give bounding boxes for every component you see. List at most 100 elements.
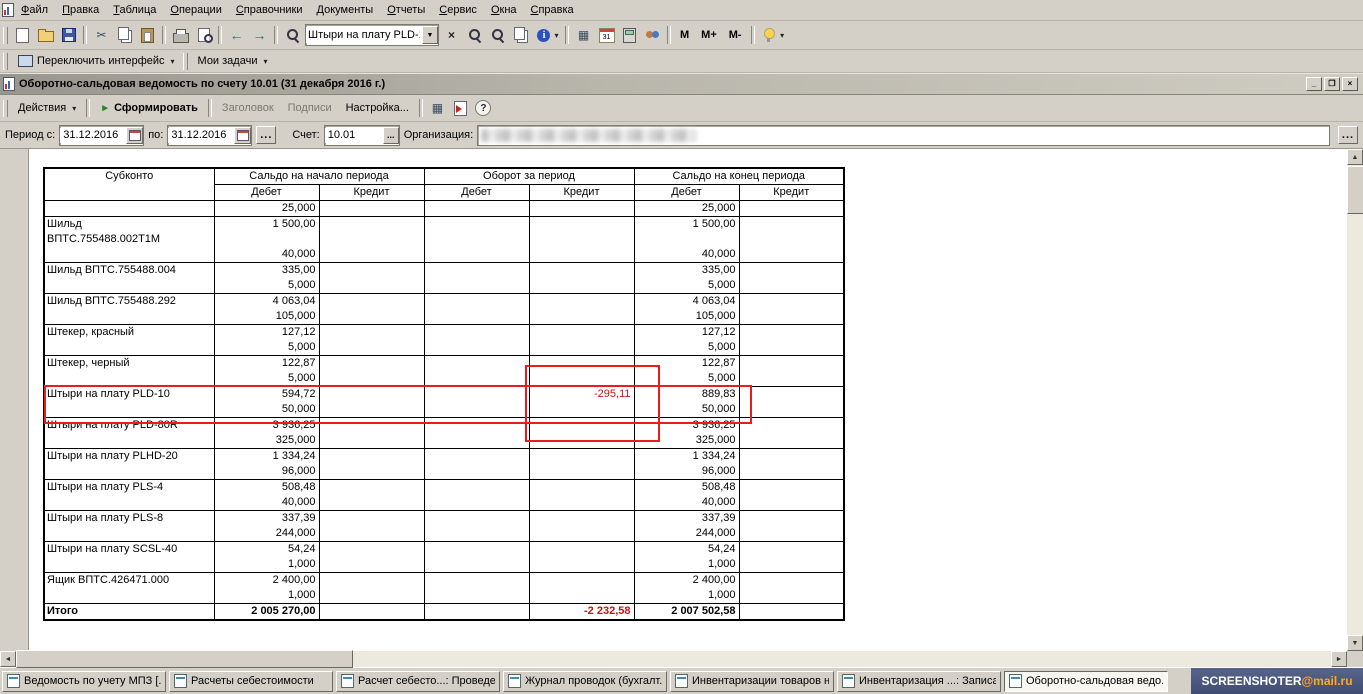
vertical-scroll-thumb[interactable] xyxy=(1347,166,1363,214)
cell-ed[interactable]: 508,4840,000 xyxy=(634,480,739,511)
toolbar-grip[interactable] xyxy=(3,53,8,70)
cell-ed[interactable]: 2 400,001,000 xyxy=(634,573,739,604)
restore-button[interactable]: ❐ xyxy=(1324,77,1340,91)
menu-item-1[interactable]: Файл xyxy=(14,2,55,18)
actions-button[interactable]: Действия ▾ xyxy=(11,99,83,117)
menu-item-9[interactable]: Окна xyxy=(484,2,524,18)
cell-ec[interactable] xyxy=(739,480,844,511)
cell-tc[interactable] xyxy=(529,356,634,387)
cell-tc[interactable] xyxy=(529,325,634,356)
cell-tc[interactable] xyxy=(529,294,634,325)
cell-bd[interactable]: 337,39244,000 xyxy=(214,511,319,542)
cell-bc[interactable] xyxy=(319,511,424,542)
header-credit[interactable]: Кредит xyxy=(739,185,844,201)
header-begin-balance[interactable]: Сальдо на начало периода xyxy=(214,168,424,185)
cell-ed[interactable]: 127,125,000 xyxy=(634,325,739,356)
subconto-cell[interactable]: Штекер, красный xyxy=(44,325,214,356)
minimize-button[interactable]: _ xyxy=(1306,77,1322,91)
cell-td[interactable] xyxy=(424,201,529,217)
cell-ec[interactable] xyxy=(739,604,844,621)
taskbar-button-7[interactable]: Оборотно-сальдовая ведо... xyxy=(1004,671,1168,692)
cell-bd[interactable]: 1 500,0040,000 xyxy=(214,217,319,263)
cell-ed[interactable]: 2 007 502,58 xyxy=(634,604,739,621)
service-button[interactable]: ▾ xyxy=(758,24,788,46)
cell-td[interactable] xyxy=(424,573,529,604)
subconto-cell[interactable]: ШильдВПТС.755488.002Т1М xyxy=(44,217,214,263)
cell-bc[interactable] xyxy=(319,573,424,604)
help-button[interactable]: ? xyxy=(472,97,495,119)
menu-item-3[interactable]: Таблица xyxy=(106,2,163,18)
cell-ed[interactable]: 4 063,04105,000 xyxy=(634,294,739,325)
cell-ec[interactable] xyxy=(739,294,844,325)
settings-button[interactable]: Настройка... xyxy=(339,99,416,117)
header-debit[interactable]: Дебет xyxy=(214,185,319,201)
cell-bc[interactable] xyxy=(319,263,424,294)
users-button[interactable] xyxy=(641,24,664,46)
switch-interface-button[interactable]: Переключить интерфейс ▾ xyxy=(11,52,182,70)
taskbar-button-6[interactable]: Инвентаризация ...: Записан xyxy=(837,671,1001,692)
calculator-button[interactable] xyxy=(618,24,641,46)
subconto-cell[interactable]: Ящик ВПТС.426471.000 xyxy=(44,573,214,604)
taskbar-button-2[interactable]: Расчеты себестоимости xyxy=(169,671,333,692)
cell-bc[interactable] xyxy=(319,294,424,325)
account-select-button[interactable]: ... xyxy=(383,127,399,144)
cell-bc[interactable] xyxy=(319,201,424,217)
cell-ec[interactable] xyxy=(739,356,844,387)
header-turnover[interactable]: Оборот за период xyxy=(424,168,634,185)
cell-ec[interactable] xyxy=(739,542,844,573)
cell-tc[interactable] xyxy=(529,449,634,480)
cell-ec[interactable] xyxy=(739,201,844,217)
cell-td[interactable] xyxy=(424,325,529,356)
cell-bc[interactable] xyxy=(319,356,424,387)
cell-ed[interactable]: 25,000 xyxy=(634,201,739,217)
scroll-left-button[interactable]: ◄ xyxy=(0,651,16,667)
cell-td[interactable] xyxy=(424,418,529,449)
cell-bc[interactable] xyxy=(319,217,424,263)
cell-td[interactable] xyxy=(424,480,529,511)
cell-td[interactable] xyxy=(424,449,529,480)
cell-ed[interactable]: 54,241,000 xyxy=(634,542,739,573)
copy-button[interactable] xyxy=(113,24,136,46)
cell-bd[interactable]: 335,005,000 xyxy=(214,263,319,294)
cell-td[interactable] xyxy=(424,217,529,263)
cell-tc[interactable]: -2 232,58 xyxy=(529,604,634,621)
cell-bd[interactable]: 3 936,25325,000 xyxy=(214,418,319,449)
cell-tc[interactable] xyxy=(529,511,634,542)
horizontal-scrollbar[interactable]: ◄ ► xyxy=(0,651,1347,667)
account-input[interactable] xyxy=(325,128,383,143)
preview-button[interactable] xyxy=(192,24,215,46)
header-credit[interactable]: Кредит xyxy=(529,185,634,201)
info-button[interactable]: ▾ xyxy=(532,24,562,46)
cell-bc[interactable] xyxy=(319,542,424,573)
cell-ec[interactable] xyxy=(739,387,844,418)
cell-td[interactable] xyxy=(424,263,529,294)
cell-bc[interactable] xyxy=(319,325,424,356)
subconto-cell[interactable]: Итого xyxy=(44,604,214,621)
cell-bd[interactable]: 4 063,04105,000 xyxy=(214,294,319,325)
cell-ec[interactable] xyxy=(739,449,844,480)
forward-button[interactable]: → xyxy=(248,24,271,46)
memory-subtract-button[interactable]: M- xyxy=(723,24,748,46)
cell-td[interactable] xyxy=(424,542,529,573)
menu-item-2[interactable]: Правка xyxy=(55,2,106,18)
journal-button[interactable]: ▦ xyxy=(572,24,595,46)
table-settings-button[interactable]: ▦ xyxy=(426,97,449,119)
cell-ed[interactable]: 335,005,000 xyxy=(634,263,739,294)
period-select-button[interactable]: ... xyxy=(256,126,276,144)
cell-bd[interactable]: 122,875,000 xyxy=(214,356,319,387)
subconto-cell[interactable] xyxy=(44,201,214,217)
memory-recall-button[interactable]: M xyxy=(674,24,695,46)
header-subkonto[interactable]: Субконто xyxy=(44,168,214,201)
subconto-cell[interactable]: Штыри на плату SCSL-40 xyxy=(44,542,214,573)
cell-ec[interactable] xyxy=(739,573,844,604)
cell-bd[interactable]: 594,7250,000 xyxy=(214,387,319,418)
period-from-calendar-button[interactable] xyxy=(126,127,143,144)
cell-bd[interactable]: 54,241,000 xyxy=(214,542,319,573)
organization-select-button[interactable]: ... xyxy=(1338,126,1358,144)
cut-button[interactable]: ✂ xyxy=(90,24,113,46)
taskbar-button-1[interactable]: Ведомость по учету МПЗ [... xyxy=(2,671,166,692)
subconto-cell[interactable]: Штыри на плату PLHD-20 xyxy=(44,449,214,480)
scroll-up-button[interactable]: ▲ xyxy=(1347,149,1363,165)
cell-tc[interactable]: -295,11 xyxy=(529,387,634,418)
header-end-balance[interactable]: Сальдо на конец периода xyxy=(634,168,844,185)
